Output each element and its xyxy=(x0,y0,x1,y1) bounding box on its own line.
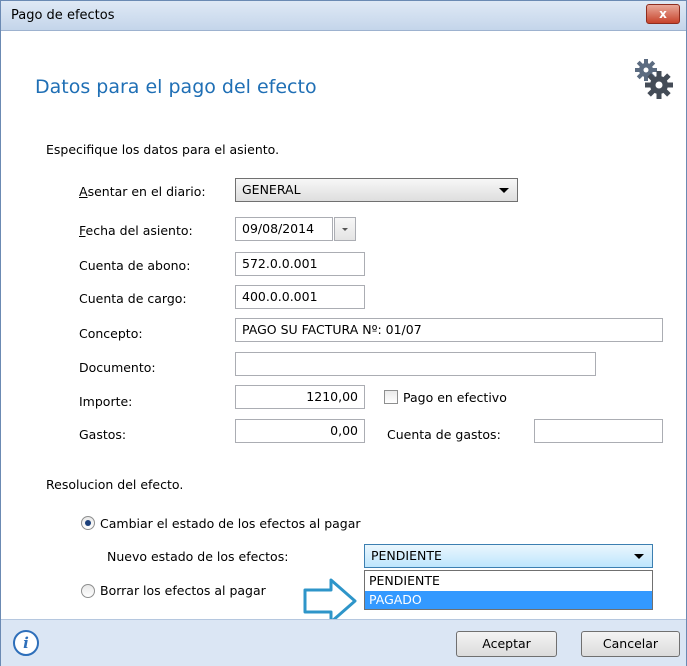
borrar-efectos-label[interactable]: Borrar los efectos al pagar xyxy=(100,583,266,598)
diario-label: Asentar en el diario: xyxy=(79,184,206,199)
cambiar-estado-label[interactable]: Cambiar el estado de los efectos al paga… xyxy=(100,516,361,531)
cuenta-gastos-input[interactable] xyxy=(534,419,663,443)
fecha-label-text: echa del asiento: xyxy=(85,223,193,238)
dropdown-option-pendiente[interactable]: PENDIENTE xyxy=(365,572,652,590)
nuevo-estado-label: Nuevo estado de los efectos: xyxy=(107,549,289,564)
nuevo-estado-select[interactable]: PENDIENTE xyxy=(364,544,653,568)
gastos-label: Gastos: xyxy=(79,427,127,442)
close-button[interactable]: x xyxy=(646,4,680,24)
info-icon[interactable]: i xyxy=(13,630,39,656)
gear-icon xyxy=(635,59,673,99)
nuevo-estado-select-value: PENDIENTE xyxy=(371,548,442,563)
documento-label: Documento: xyxy=(79,360,156,375)
resolucion-section-label: Resolucion del efecto. xyxy=(46,477,184,492)
calendar-dropdown-icon xyxy=(342,228,348,231)
cuenta-gastos-label: Cuenta de gastos: xyxy=(387,427,501,442)
fecha-input[interactable]: 09/08/2014 xyxy=(235,217,333,241)
cuenta-cargo-input[interactable]: 400.0.0.001 xyxy=(235,285,365,309)
dialog-footer: i Aceptar Cancelar xyxy=(1,619,686,666)
diario-select-value: GENERAL xyxy=(242,182,301,197)
dialog-window: Pago de efectos x Datos para el pago del… xyxy=(0,0,687,666)
gastos-input[interactable]: 0,00 xyxy=(235,419,365,443)
cuenta-abono-label: Cuenta de abono: xyxy=(79,258,191,273)
page-title: Datos para el pago del efecto xyxy=(35,76,317,98)
pago-efectivo-label[interactable]: Pago en efectivo xyxy=(403,390,507,405)
dropdown-option-pagado[interactable]: PAGADO xyxy=(365,591,652,609)
fecha-label: Fecha del asiento: xyxy=(79,223,193,238)
asiento-section-label: Especifique los datos para el asiento. xyxy=(46,142,280,157)
importe-input[interactable]: 1210,00 xyxy=(235,385,365,409)
diario-label-accesskey: A xyxy=(79,184,88,199)
chevron-down-icon xyxy=(634,554,644,559)
concepto-input[interactable]: PAGO SU FACTURA Nº: 01/07 xyxy=(235,318,663,342)
importe-label: Importe: xyxy=(79,394,133,409)
diario-select[interactable]: GENERAL xyxy=(235,178,518,202)
nuevo-estado-dropdown-list: PENDIENTE PAGADO xyxy=(364,570,653,610)
window-title: Pago de efectos xyxy=(11,8,115,23)
pago-efectivo-checkbox[interactable] xyxy=(384,390,398,404)
chevron-down-icon xyxy=(499,188,509,193)
cuenta-cargo-label: Cuenta de cargo: xyxy=(79,291,187,306)
borrar-efectos-radio[interactable] xyxy=(81,584,95,598)
accept-button[interactable]: Aceptar xyxy=(456,631,557,657)
title-bar[interactable]: Pago de efectos x xyxy=(1,1,686,31)
documento-input[interactable] xyxy=(235,352,596,376)
calendar-dropdown-button[interactable] xyxy=(334,217,356,241)
cancel-button[interactable]: Cancelar xyxy=(581,631,680,657)
cuenta-abono-input[interactable]: 572.0.0.001 xyxy=(235,252,365,276)
close-icon: x xyxy=(659,7,667,21)
cambiar-estado-radio[interactable] xyxy=(81,516,95,530)
diario-label-text: sentar en el diario: xyxy=(87,184,206,199)
concepto-label: Concepto: xyxy=(79,326,143,341)
